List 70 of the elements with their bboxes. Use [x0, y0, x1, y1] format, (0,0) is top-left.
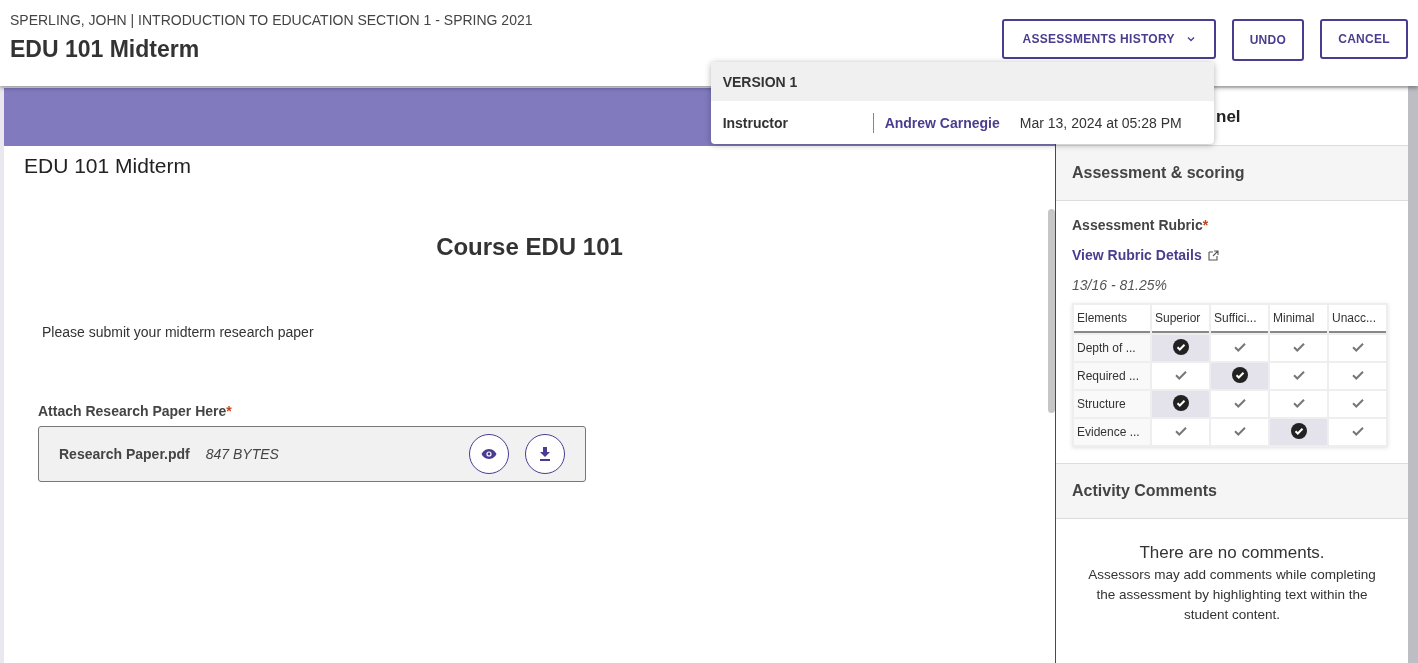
column-header: Suffici... [1211, 305, 1268, 333]
table-cell: Depth of ... [1074, 335, 1150, 361]
check-circle-icon [1172, 338, 1189, 355]
rubric-cell[interactable] [1152, 419, 1209, 445]
rubric-cell[interactable] [1152, 335, 1209, 361]
check-icon [1233, 426, 1246, 436]
rubric-cell[interactable] [1270, 335, 1327, 361]
table-cell: Structure [1074, 391, 1150, 417]
course-heading: Course EDU 101 [435, 233, 624, 261]
rubric-cell[interactable] [1152, 391, 1209, 417]
check-icon [1292, 370, 1305, 380]
rubric-cell[interactable] [1211, 363, 1268, 389]
check-icon [1174, 370, 1187, 380]
check-icon [1174, 426, 1187, 436]
check-circle-icon [1231, 366, 1248, 383]
check-icon [1292, 342, 1305, 352]
rubric-cell[interactable] [1329, 391, 1386, 417]
rubric-cell[interactable] [1211, 419, 1268, 445]
check-icon [1351, 370, 1364, 380]
download-button[interactable] [525, 434, 565, 474]
file-name: Research Paper.pdf [59, 446, 190, 462]
attachment-label: Attach Research Paper Here* [38, 403, 233, 419]
section-header: Assessment & scoring [1056, 146, 1408, 201]
check-icon [1292, 398, 1305, 408]
rubric-cell[interactable] [1211, 335, 1268, 361]
instructions-text: Please submit your midterm research paper [42, 324, 315, 340]
view-button[interactable] [469, 434, 509, 474]
check-icon [1351, 342, 1364, 352]
rubric-cell[interactable] [1270, 391, 1327, 417]
rubric-cell[interactable] [1270, 363, 1327, 389]
column-header: Minimal [1270, 305, 1327, 333]
author-link[interactable]: Andrew Carnegie [884, 115, 1000, 131]
eye-icon [481, 448, 497, 460]
breadcrumb: SPERLING, JOHN | INTRODUCTION TO EDUCATION SECTION 1 - SPRING 2021 [10, 12, 533, 28]
column-header: Elements [1074, 305, 1150, 333]
table-cell: Evidence ... [1074, 419, 1150, 445]
rubric-cell[interactable] [1329, 419, 1386, 445]
check-icon [1351, 426, 1364, 436]
file-size: 847 BYTES [205, 446, 279, 462]
assignment-title: EDU 101 Midterm [23, 153, 192, 179]
score-text: 13/16 - 81.25% [1072, 277, 1168, 293]
check-icon [1233, 398, 1246, 408]
rubric-details-link[interactable]: View Rubric Details [1072, 247, 1219, 263]
caret-icon [1186, 36, 1195, 42]
version-heading: VERSION 1 [710, 62, 1214, 101]
external-link-icon [1207, 249, 1219, 261]
check-icon [1351, 398, 1364, 408]
role-label: Instructor [722, 113, 874, 133]
undo-button[interactable]: UNDO [1231, 19, 1305, 61]
rubric-cell[interactable] [1152, 363, 1209, 389]
rubric-label: Assessment Rubric* [1072, 217, 1210, 233]
page-title: EDU 101 Midterm [10, 36, 201, 63]
rubric-cell[interactable] [1329, 363, 1386, 389]
rubric-cell[interactable] [1329, 335, 1386, 361]
timestamp: Mar 13, 2024 at 05:28 PM [1019, 115, 1182, 131]
empty-title: There are no comments. [1138, 543, 1326, 563]
rubric-cell[interactable] [1211, 391, 1268, 417]
cancel-button[interactable]: CANCEL [1320, 19, 1408, 59]
rubric-cell[interactable] [1270, 419, 1327, 445]
column-header: Superior [1152, 305, 1209, 333]
download-icon [539, 447, 551, 461]
empty-text: Assessors may add comments while completing the assessment by highlighting text within the student content. [1087, 566, 1377, 624]
section-header: Activity Comments [1056, 464, 1408, 519]
column-header: Unacc... [1329, 305, 1386, 333]
panel-title: nel [1216, 106, 1241, 127]
check-icon [1233, 342, 1246, 352]
check-circle-icon [1172, 394, 1189, 411]
table-cell: Required ... [1074, 363, 1150, 389]
check-circle-icon [1290, 422, 1307, 439]
history-dropdown-button[interactable]: ASSESSMENTS HISTORY [1001, 19, 1216, 59]
